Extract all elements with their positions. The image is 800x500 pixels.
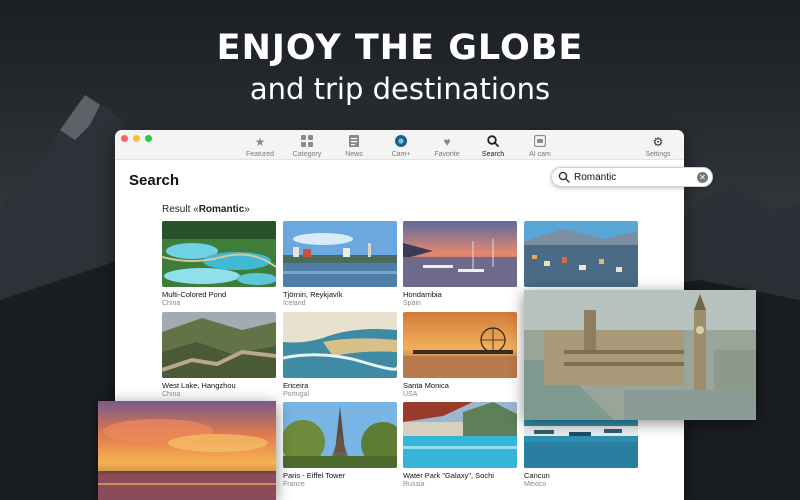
search-field[interactable]: ✕ [551, 167, 713, 187]
ai-cam-icon [517, 134, 563, 149]
tab-ai-cam[interactable]: AI cam [517, 134, 563, 158]
result-thumbnail[interactable] [283, 312, 397, 378]
minimize-button[interactable] [133, 135, 140, 142]
result-thumbnail[interactable] [283, 402, 397, 468]
result-name: Hondarribia [403, 290, 442, 299]
result-country: Mexico [524, 481, 547, 488]
toolbar: ★ Featured Category News Cam+ ♥ Favorite [115, 130, 684, 160]
star-icon: ★ [254, 135, 266, 149]
zoom-button[interactable] [145, 135, 152, 142]
hero-title: ENJOY THE GLOBE [216, 28, 584, 68]
result-country: Portugal [283, 391, 310, 398]
result-country: Russia [403, 481, 425, 488]
result-country: France [283, 481, 305, 488]
featured-photo-sunset[interactable] [98, 401, 276, 500]
result-country: Spain [403, 300, 421, 307]
gear-icon: ⚙ [652, 135, 664, 149]
tab-favorite[interactable]: ♥ Favorite [424, 135, 470, 158]
tab-news[interactable]: News [331, 135, 377, 158]
result-thumbnail[interactable] [162, 221, 276, 287]
result-card[interactable]: Multi-Colored Pond China [162, 221, 276, 307]
window-controls [121, 135, 152, 142]
camera-plus-icon [378, 135, 424, 149]
tab-search[interactable]: Search [470, 135, 516, 158]
result-thumbnail[interactable] [283, 221, 397, 287]
result-card[interactable]: Hondarribia Spain [403, 221, 517, 307]
tab-label: News [345, 151, 363, 158]
result-name: Water Park "Galaxy", Sochi [403, 471, 494, 480]
tab-label: Category [292, 151, 322, 158]
tab-label: Search [481, 151, 505, 158]
result-name: Paris - Eiffel Tower [283, 471, 346, 480]
result-country: Iceland [283, 300, 306, 307]
tab-label: AI cam [529, 151, 551, 158]
search-icon [470, 135, 516, 149]
result-card[interactable]: West Lake, Hangzhou China [162, 312, 276, 398]
result-country: USA [403, 391, 418, 398]
result-thumbnail[interactable] [403, 312, 517, 378]
tab-cam-plus[interactable]: Cam+ [378, 135, 424, 158]
grid-icon [284, 135, 330, 149]
result-thumbnail[interactable] [524, 221, 638, 287]
result-name: West Lake, Hangzhou [162, 381, 236, 390]
result-query: Romantic [198, 204, 245, 215]
result-suffix: » [244, 204, 250, 215]
result-name: Multi-Colored Pond [162, 290, 227, 299]
result-prefix: Result « [162, 204, 199, 215]
result-name: Tjörnin, Reykjavík [283, 290, 343, 299]
page-title: Search [129, 172, 180, 189]
tab-label: Settings [645, 151, 671, 158]
tab-label: Favorite [434, 151, 460, 158]
search-input[interactable] [574, 170, 692, 184]
tab-label: Featured [245, 151, 275, 158]
close-button[interactable] [121, 135, 128, 142]
tab-featured[interactable]: ★ Featured [237, 135, 283, 158]
heart-icon: ♥ [443, 135, 451, 149]
news-icon [331, 135, 377, 149]
result-country: China [162, 391, 181, 398]
result-card[interactable]: Paris - Eiffel Tower France [283, 402, 397, 488]
result-name: Cancun [524, 471, 550, 480]
result-name: Ericeira [283, 381, 309, 390]
result-card[interactable]: Tjörnin, Reykjavík Iceland [283, 221, 397, 307]
result-thumbnail[interactable] [403, 402, 517, 468]
clear-search-icon[interactable]: ✕ [697, 172, 708, 183]
result-country: China [162, 300, 181, 307]
tab-category[interactable]: Category [284, 135, 330, 158]
result-card[interactable]: Ericeira Portugal [283, 312, 397, 398]
result-card[interactable]: Water Park "Galaxy", Sochi Russia [403, 402, 517, 488]
result-card[interactable] [524, 221, 638, 287]
result-thumbnail[interactable] [162, 312, 276, 378]
result-thumbnail[interactable] [403, 221, 517, 287]
tab-label: Cam+ [391, 151, 411, 158]
result-card[interactable]: Santa Monica USA [403, 312, 517, 398]
result-name: Santa Monica [403, 381, 449, 390]
tab-settings[interactable]: ⚙ Settings [635, 135, 681, 158]
search-icon [558, 171, 570, 183]
featured-photo-london[interactable] [524, 290, 756, 420]
hero-subtitle: and trip destinations [249, 72, 551, 106]
result-heading: Result «Romantic» [162, 204, 250, 215]
